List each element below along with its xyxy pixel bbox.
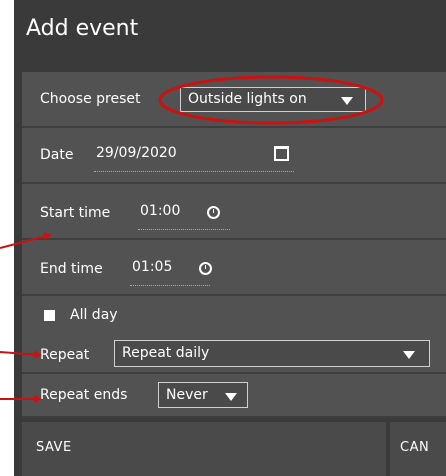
preset-select[interactable]: Outside lights on [180, 87, 366, 112]
clock-icon[interactable] [207, 206, 220, 219]
caret-down-icon [225, 393, 237, 401]
save-button-label: SAVE [36, 440, 72, 455]
repeat-ends-label: Repeat ends [40, 387, 128, 403]
dialog-title: Add event [26, 16, 139, 41]
date-row: Date 29/09/2020 [22, 128, 446, 184]
date-underline [94, 171, 294, 172]
repeat-label: Repeat [40, 347, 90, 363]
preset-row: Choose preset Outside lights on [22, 72, 446, 128]
repeat-select[interactable]: Repeat daily [114, 340, 430, 367]
all-day-label: All day [70, 307, 118, 323]
start-time-label: Start time [40, 205, 111, 221]
start-time-row: Start time 01:00 [22, 184, 446, 240]
caret-down-icon [341, 97, 353, 105]
start-time-input[interactable]: 01:00 [140, 203, 180, 219]
cancel-button-label: CAN [400, 440, 430, 455]
clock-icon[interactable] [199, 262, 212, 275]
button-bar: SAVE CAN [22, 422, 446, 476]
cancel-button[interactable]: CAN [390, 422, 446, 476]
start-time-underline [138, 229, 230, 230]
end-time-label: End time [40, 261, 103, 277]
all-day-checkbox[interactable] [44, 310, 55, 321]
end-time-input[interactable]: 01:05 [132, 259, 172, 275]
repeat-ends-select[interactable]: Never [158, 382, 248, 408]
dialog-header: Add event [14, 0, 446, 62]
date-label: Date [40, 147, 74, 163]
add-event-dialog: Add event Choose preset Outside lights o… [14, 0, 446, 476]
end-time-row: End time 01:05 [22, 240, 446, 296]
repeat-ends-row: Repeat ends Never [22, 374, 446, 418]
repeat-value: Repeat daily [122, 345, 210, 361]
repeat-row: All day Repeat Repeat daily [22, 296, 446, 374]
save-button[interactable]: SAVE [22, 422, 386, 476]
date-input[interactable]: 29/09/2020 [96, 145, 177, 161]
calendar-icon[interactable] [274, 146, 289, 161]
preset-label: Choose preset [40, 91, 141, 107]
preset-value: Outside lights on [188, 91, 307, 107]
caret-down-icon [403, 351, 415, 359]
repeat-ends-value: Never [166, 387, 208, 403]
end-time-underline [130, 285, 210, 286]
